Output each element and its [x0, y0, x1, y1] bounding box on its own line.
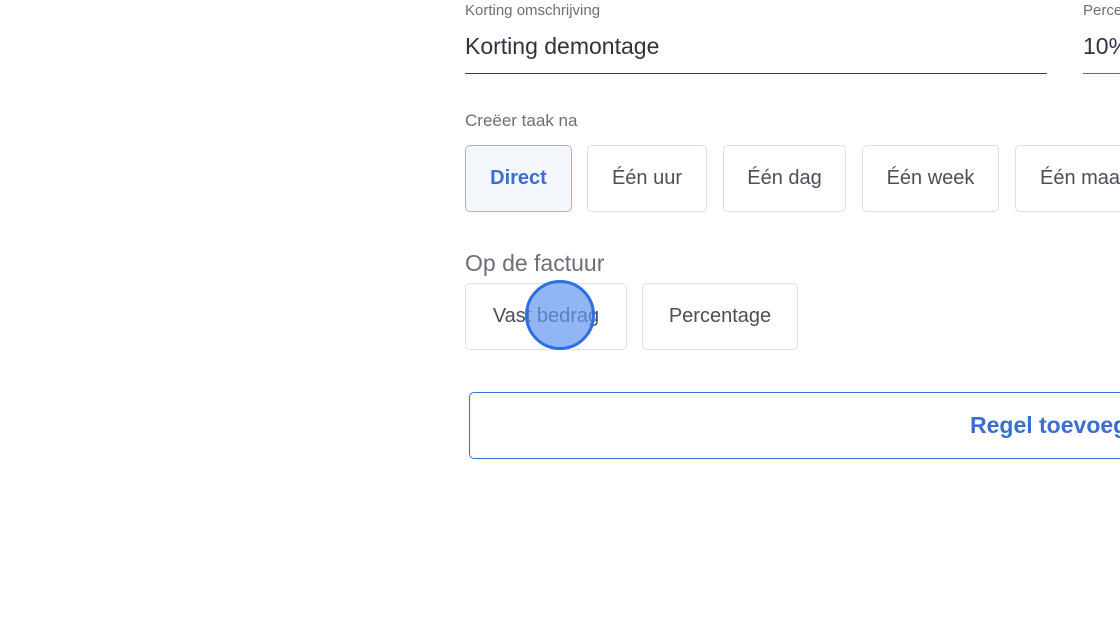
invoice-fixed-amount-option[interactable]: Vast bedrag	[465, 283, 627, 350]
task-timing-one-hour-option[interactable]: Één uur	[587, 145, 707, 212]
task-timing-one-month-option[interactable]: Één maa	[1015, 145, 1120, 212]
task-timing-one-day-option[interactable]: Één dag	[723, 145, 846, 212]
invoice-percentage-option[interactable]: Percentage	[642, 283, 798, 350]
discount-description-label: Korting omschrijving	[465, 2, 601, 19]
discount-description-value: Korting demontage	[465, 33, 660, 59]
add-rule-label: Regel toevoeg	[970, 412, 1120, 438]
create-task-after-label: Creëer taak na	[465, 111, 578, 130]
discount-description-input[interactable]: Korting demontage	[465, 33, 1047, 74]
task-timing-one-week-option[interactable]: Één week	[862, 145, 999, 212]
on-invoice-label: Op de factuur	[465, 250, 605, 276]
percentage-label: Perce	[1083, 2, 1120, 19]
percentage-value: 10%	[1083, 33, 1120, 59]
task-timing-direct-option[interactable]: Direct	[465, 145, 572, 212]
add-rule-button[interactable]: Regel toevoeg	[469, 392, 1120, 459]
percentage-input[interactable]: 10%	[1083, 33, 1120, 74]
discount-rule-form: Korting omschrijving Korting demontage P…	[0, 0, 1120, 630]
